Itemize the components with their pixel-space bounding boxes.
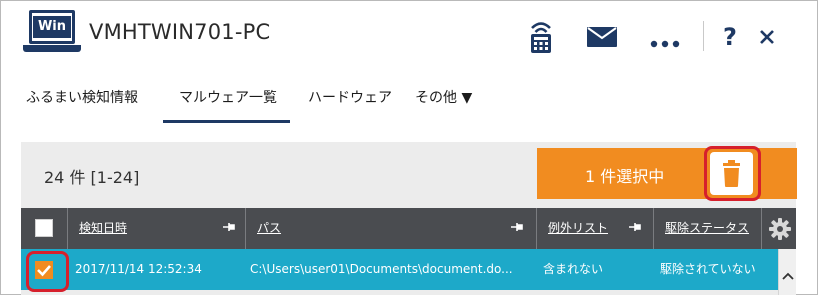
cell-datetime: 2017/11/14 12:52:34 [75,262,202,276]
pin-icon[interactable] [223,222,237,235]
column-divider [245,208,246,249]
select-all-checkbox[interactable] [35,219,53,237]
tab-other[interactable]: その他 ▼ [415,87,472,107]
pin-icon[interactable] [629,222,643,235]
active-tab-indicator [163,120,290,123]
column-header-path[interactable]: パス [257,208,281,249]
mail-icon[interactable] [587,27,617,47]
help-icon[interactable]: ? [722,21,738,51]
tab-malware-list[interactable]: マルウェア一覧 [179,87,277,107]
scrollbar[interactable] [778,249,796,295]
highlight-ring-checkbox [26,251,69,292]
column-header-exception[interactable]: 例外リスト [548,208,608,249]
device-name: VMHTWIN701-PC [89,20,271,44]
column-divider [536,208,537,249]
header-divider [703,21,704,51]
computer-win-icon: Win [23,10,81,58]
pc-badge: Win [33,16,71,38]
tab-bar: ふるまい検知情報 マルウェア一覧 ハードウェア その他 ▼ [1,69,817,125]
selection-count-label: 1 件選択中 [585,167,665,186]
chevron-up-icon[interactable] [779,249,797,295]
tab-hardware[interactable]: ハードウェア [308,87,392,107]
wifi-phone-icon[interactable] [529,19,553,53]
more-icon[interactable] [650,33,680,48]
cell-path: C:\Users\user01\Documents\document.do... [250,262,513,276]
svg-text:?: ? [723,23,737,51]
table-row[interactable]: 2017/11/14 12:52:34 C:\Users\user01\Docu… [21,249,778,290]
column-divider [761,208,762,249]
pin-icon[interactable] [511,222,525,235]
highlight-ring-delete [704,146,761,201]
column-divider [653,208,654,249]
column-header-datetime[interactable]: 検知日時 [79,208,127,249]
tab-behavior-detection[interactable]: ふるまい検知情報 [26,87,138,107]
settings-gear-icon[interactable] [769,218,791,240]
header-bar: Win VMHTWIN701-PC ? [1,1,817,69]
result-count: 24 件 [1-24] [44,168,140,187]
app-window: Win VMHTWIN701-PC ? ふるまい検知情報 マルウェア一覧 ハード… [0,0,818,295]
cell-exception: 含まれない [543,262,604,276]
close-icon[interactable] [759,29,775,45]
column-header-status[interactable]: 駆除ステータス [665,208,749,249]
table-header: 検知日時 パス 例外リスト 駆除ステータス [21,208,796,249]
column-divider [67,208,68,249]
cell-status: 駆除されていない [660,262,756,276]
